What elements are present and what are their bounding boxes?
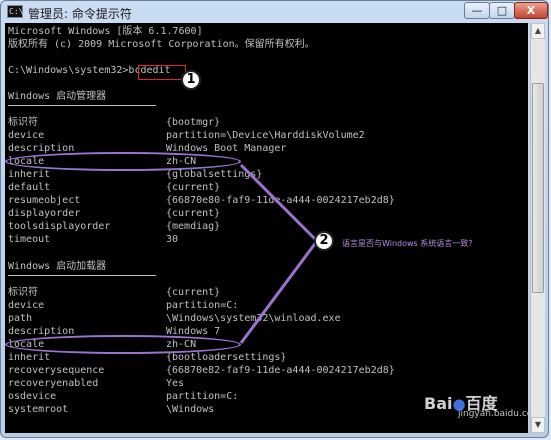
watermark-url: jingyan.baidu.com — [458, 409, 528, 419]
console-app-icon: C:\ — [7, 5, 24, 18]
maximize-button[interactable]: □ — [489, 2, 515, 19]
console-output[interactable]: Microsoft Windows [版本 6.1.7600] 版权所有 (c)… — [5, 23, 528, 433]
arrow-line-upper — [239, 163, 319, 243]
scroll-thumb[interactable] — [532, 83, 544, 293]
close-button[interactable]: X — [514, 2, 548, 19]
arrow-line-lower — [239, 240, 319, 344]
title-bar[interactable]: C:\ 管理员: 命令提示符 — □ X — [1, 1, 548, 23]
scroll-down-arrow-icon[interactable]: ▼ — [531, 417, 545, 433]
vertical-scrollbar[interactable]: ▲ ▼ — [530, 23, 545, 433]
window-title: 管理员: 命令提示符 — [28, 7, 132, 21]
watermark-brand: Bai — [424, 394, 453, 413]
minimize-button[interactable]: — — [464, 2, 490, 19]
scroll-up-arrow-icon[interactable]: ▲ — [531, 23, 545, 39]
step-badge-2: 2 — [314, 231, 334, 251]
step-badge-1: 1 — [181, 70, 201, 90]
annotation-arrows — [239, 163, 319, 344]
annotation-note: 语言是否与Windows 系统语言一致？ — [342, 239, 477, 248]
